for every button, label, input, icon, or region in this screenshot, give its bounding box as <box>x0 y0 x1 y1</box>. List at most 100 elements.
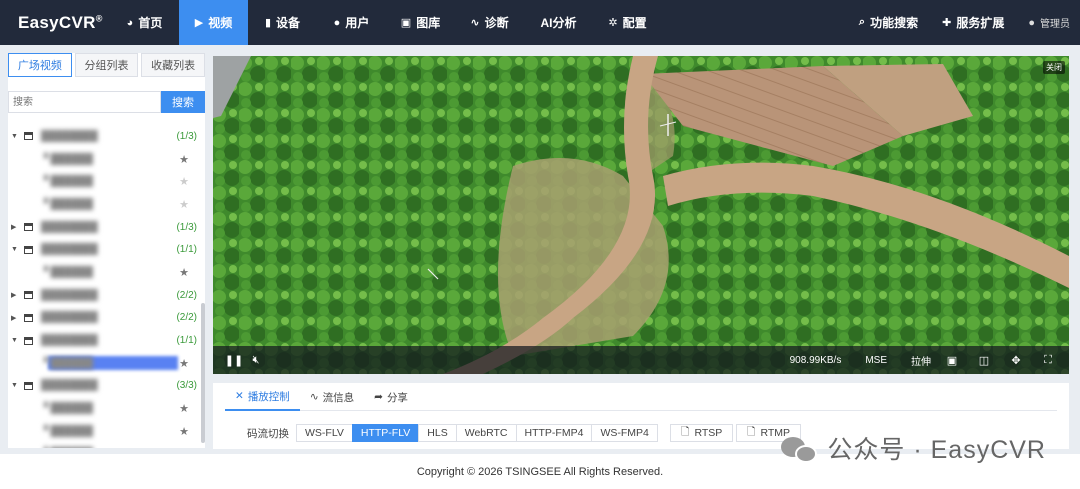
pause-icon[interactable]: ❚❚ <box>223 354 245 367</box>
star-icon[interactable]: ★ <box>179 402 189 415</box>
tree-group[interactable]: ▼ ████████ (1/1) <box>8 238 205 261</box>
stream-button-hls[interactable]: HLS <box>418 424 457 442</box>
mute-icon[interactable]: 🔇︎ <box>245 354 267 367</box>
wechat-watermark: 公众号 · EasyCVR <box>781 430 1046 466</box>
server-icon <box>24 313 33 322</box>
decode-mode[interactable]: MSE <box>865 355 887 366</box>
tree-group[interactable]: ▼ ████████ (3/3) <box>8 375 205 398</box>
ptz-move-icon[interactable]: ✥ <box>1005 354 1027 367</box>
tree-channel[interactable]: ▝ ██████★ <box>8 397 205 420</box>
search-input[interactable] <box>8 91 161 113</box>
server-icon <box>24 291 33 300</box>
sidebar-tab-1[interactable]: 分组列表 <box>74 53 139 77</box>
nav-item-6[interactable]: AI分析 <box>524 0 593 45</box>
channel-sidebar: 广场视频分组列表收藏列表 搜索 ▼ ████████ (1/3) ▝ ██████ ★ ▝… <box>8 53 205 448</box>
caret-down-icon[interactable]: ▼ <box>11 246 21 253</box>
tree-group[interactable]: ▶ ████████ (2/2) <box>8 307 205 330</box>
tree-group[interactable]: ▶ ████████ (1/3) <box>8 216 205 239</box>
redacted-channel-name: ▝ ██████ <box>40 357 93 369</box>
nav-item-5[interactable]: ∿ 诊断 <box>455 0 524 45</box>
nav-item-label: 用户 <box>345 16 370 30</box>
gallery-icon: ▣ <box>400 17 412 29</box>
close-button[interactable]: 关闭 <box>1043 61 1065 74</box>
record-icon[interactable]: ◫ <box>973 354 995 367</box>
file-icon: 🗋︎ <box>747 426 756 438</box>
redacted-channel-name: ▝ ██████ <box>40 266 93 278</box>
user-icon: ● <box>1028 16 1035 29</box>
sidebar-tab-0[interactable]: 广场视频 <box>8 53 72 77</box>
caret-right-icon[interactable]: ▶ <box>11 291 21 299</box>
star-icon[interactable]: ★ <box>179 425 189 438</box>
search-icon: ⌕ <box>858 16 866 28</box>
caret-right-icon[interactable]: ▶ <box>11 223 21 231</box>
brand-logo[interactable]: EasyCVR® <box>0 13 110 33</box>
panel-tab-2[interactable]: ➦ 分享 <box>364 383 418 411</box>
tree-channel[interactable]: ▝ ██████ ★ <box>8 420 205 443</box>
video-player[interactable]: 关闭 ❚❚ 🔇︎ 908.99KB/s MSE 拉伸 ▣ ◫ ✥ ⛶ <box>213 56 1069 374</box>
search-button[interactable]: 搜索 <box>161 91 205 113</box>
nav-item-label: 配置 <box>622 16 647 30</box>
player-controls-right: 908.99KB/s MSE 拉伸 ▣ ◫ ✥ ⛶ <box>790 346 1059 374</box>
caret-down-icon[interactable]: ▼ <box>11 337 21 344</box>
tree-group[interactable]: ▼ ████████ (1/3) <box>8 125 205 148</box>
snapshot-icon[interactable]: ▣ <box>941 354 963 367</box>
fullscreen-icon[interactable]: ⛶ <box>1037 354 1059 367</box>
server-icon <box>24 381 33 390</box>
redacted-channel-name: ▝ ██████ <box>40 425 93 437</box>
server-icon <box>24 132 33 141</box>
tree-channel[interactable]: ▝ ██████ ★ <box>8 170 205 193</box>
panel-tab-1[interactable]: ∿ 流信息 <box>300 383 364 411</box>
nav-right-item-0[interactable]: ⌕ 功能搜索 <box>847 0 930 45</box>
tree-channel[interactable]: ▝ ██████ ★ <box>8 261 205 284</box>
nav-item-3[interactable]: ● 用户 <box>317 0 386 45</box>
sidebar-scrollbar[interactable] <box>201 303 205 443</box>
caret-down-icon[interactable]: ▼ <box>11 382 21 389</box>
server-icon <box>24 245 33 254</box>
stream-button-ws-fmp4[interactable]: WS-FMP4 <box>591 424 658 442</box>
nav-item-7[interactable]: ✲ 配置 <box>593 0 662 45</box>
online-count: (1/3) <box>176 221 197 233</box>
nav-item-0[interactable]: ◕ 首页 <box>110 0 179 45</box>
star-icon[interactable]: ★ <box>179 266 189 279</box>
tree-channel[interactable]: ▝ ██████★ <box>8 148 205 171</box>
nav-right-item-1[interactable]: ✚ 服务扩展 <box>930 0 1016 45</box>
share-icon: ➦ <box>374 391 383 403</box>
online-count: (1/1) <box>176 244 197 256</box>
nav-item-1[interactable]: ▶ 视频 <box>179 0 248 45</box>
nav-item-2[interactable]: ▮ 设备 <box>248 0 317 45</box>
panel-tab-label: 播放控制 <box>247 390 290 403</box>
caret-right-icon[interactable]: ▶ <box>11 314 21 322</box>
sidebar-tab-2[interactable]: 收藏列表 <box>141 53 205 77</box>
star-icon[interactable]: ★ <box>179 175 189 188</box>
panel-tab-label: 流信息 <box>322 391 355 404</box>
watermark-text: 公众号 · EasyCVR <box>827 436 1046 464</box>
panel-tab-0[interactable]: ✕ 播放控制 <box>225 383 300 411</box>
user-menu[interactable]: ● 管理员 <box>1016 0 1080 45</box>
star-icon[interactable]: ★ <box>179 153 189 166</box>
caret-down-icon[interactable]: ▼ <box>11 133 21 140</box>
stream-button-http-flv[interactable]: HTTP-FLV <box>351 424 420 442</box>
tree-channel[interactable]: ▝ ██████★ <box>8 443 205 448</box>
tools-icon: ✕ <box>235 390 244 402</box>
stretch-toggle[interactable]: 拉伸 <box>911 353 931 368</box>
redacted-channel-name: ▝ ██████ <box>40 176 93 188</box>
star-icon[interactable]: ★ <box>179 447 189 448</box>
stream-switcher: 码流切换 WS-FLV HTTP-FLV HLS WebRTC HTTP-FMP4 WS-… <box>247 424 658 442</box>
star-icon[interactable]: ★ <box>179 357 189 370</box>
stream-button-http-fmp4[interactable]: HTTP-FMP4 <box>515 424 593 442</box>
nav-item-label: 诊断 <box>484 16 509 30</box>
redacted-group-name: ████████ <box>41 130 98 142</box>
tree-channel[interactable]: ▝ ██████★ <box>8 193 205 216</box>
stream-button-ws-flv[interactable]: WS-FLV <box>296 424 353 442</box>
rtsp-button[interactable]: 🗋︎ RTSP <box>670 424 734 442</box>
tree-channel[interactable]: ▝ ██████ ★ <box>8 352 205 375</box>
star-icon[interactable]: ★ <box>179 198 189 211</box>
gear-icon: ✲ <box>608 17 618 29</box>
copyright-text: Copyright © 2026 TSINGSEE All Rights Res… <box>416 465 664 478</box>
stream-button-webrtc[interactable]: WebRTC <box>455 424 517 442</box>
tree-group[interactable]: ▼ ████████ (1/1) <box>8 329 205 352</box>
nav-item-4[interactable]: ▣ 图库 <box>386 0 455 45</box>
redacted-group-name: ████████ <box>41 289 98 301</box>
nav-item-label: AI分析 <box>540 16 577 30</box>
tree-group[interactable]: ▶ ████████ (2/2) <box>8 284 205 307</box>
